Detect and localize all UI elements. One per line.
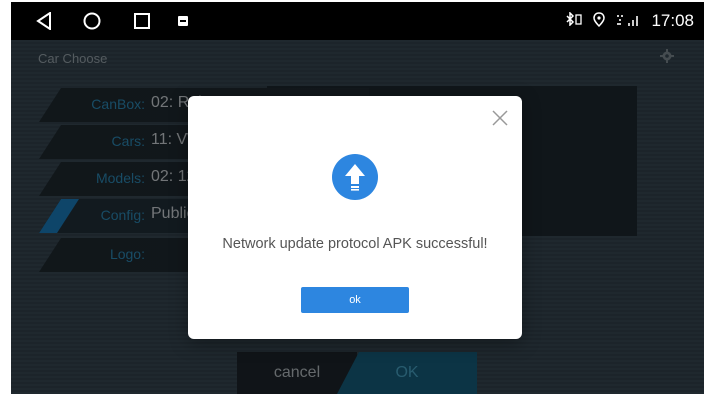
bluetooth-icon <box>565 11 583 30</box>
signal-icon <box>615 13 641 30</box>
close-icon[interactable] <box>490 108 510 128</box>
status-indicators: 17:08 <box>565 2 694 40</box>
device-screen: 17:08 Car Choose CanBox: 02: Raise Cars:… <box>11 2 704 394</box>
app-icon[interactable] <box>176 10 190 32</box>
location-icon <box>593 11 606 31</box>
recents-icon[interactable] <box>131 10 153 32</box>
back-icon[interactable] <box>33 10 55 32</box>
home-icon[interactable] <box>81 10 103 32</box>
dialog-message: Network update protocol APK successful! <box>222 236 488 252</box>
clock: 17:08 <box>651 11 694 30</box>
update-dialog: Network update protocol APK successful! … <box>188 96 522 339</box>
dialog-ok-button[interactable]: ok <box>301 287 409 313</box>
upload-icon <box>332 154 378 200</box>
status-bar: 17:08 <box>11 2 704 40</box>
